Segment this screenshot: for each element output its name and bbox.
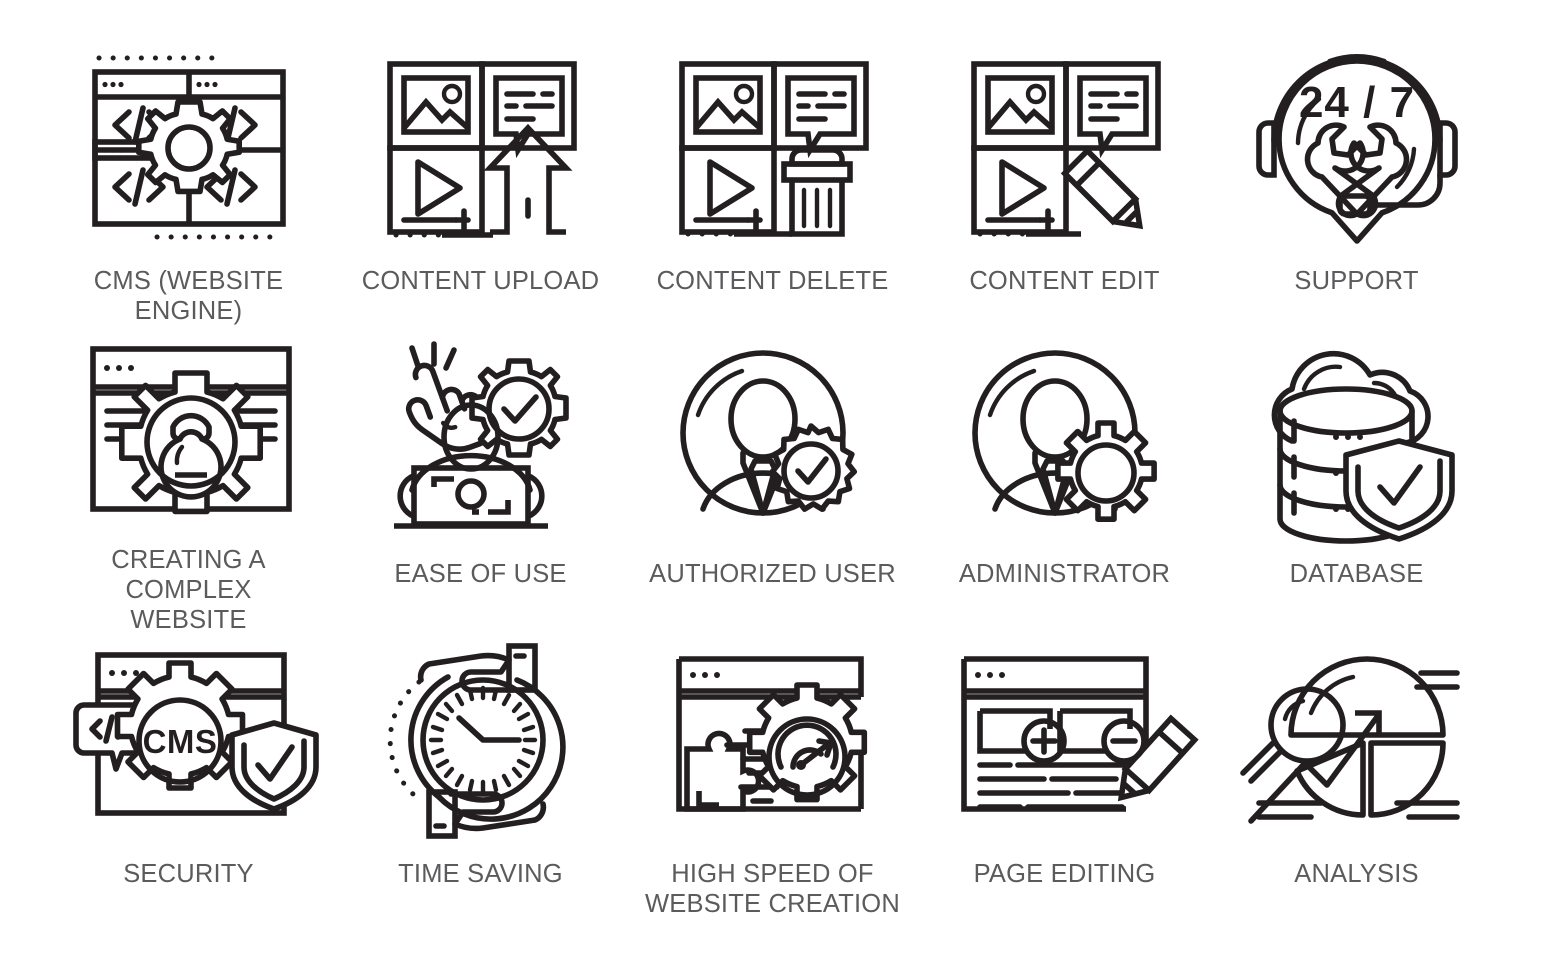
icon-cell-content-edit[interactable]: CONTENT EDIT (919, 42, 1211, 335)
icon-grid: CMS (WEBSITE ENGINE) CONTENT UPLOAD CONT… (43, 0, 1503, 935)
icon-label: CONTENT EDIT (969, 267, 1160, 295)
icon-label: EASE OF USE (394, 560, 567, 588)
page-editing-icon (950, 635, 1199, 845)
authorized-user-icon (670, 335, 875, 545)
icon-cell-content-delete[interactable]: CONTENT DELETE (627, 42, 919, 335)
icon-label: SECURITY (123, 860, 254, 888)
icon-label: AUTHORIZED USER (649, 560, 896, 588)
icon-cell-authorized-user[interactable]: AUTHORIZED USER (627, 335, 919, 635)
database-icon (1254, 335, 1459, 545)
icon-label: DATABASE (1289, 560, 1424, 588)
ease-of-use-icon (376, 335, 586, 545)
time-saving-icon (373, 635, 588, 845)
icon-label: ANALYSIS (1294, 860, 1419, 888)
icon-cell-content-upload[interactable]: CONTENT UPLOAD (335, 42, 627, 335)
svg-text:CMS: CMS (142, 723, 217, 760)
icon-cell-database[interactable]: DATABASE (1211, 335, 1503, 635)
icon-cell-high-speed-of-website-creation[interactable]: HIGH SPEED OF WEBSITE CREATION (627, 635, 919, 935)
cms-website-engine-icon (69, 42, 309, 252)
icon-label: ADMINISTRATOR (958, 560, 1171, 588)
administrator-icon (962, 335, 1167, 545)
icon-label: CREATING A COMPLEX WEBSITE (111, 545, 266, 634)
content-delete-icon (668, 42, 878, 252)
icon-cell-administrator[interactable]: ADMINISTRATOR (919, 335, 1211, 635)
icon-label: SUPPORT (1294, 267, 1419, 295)
icon-cell-security[interactable]: CMS SECURITY (43, 635, 335, 935)
icon-cell-ease-of-use[interactable]: EASE OF USE (335, 335, 627, 635)
content-upload-icon (376, 42, 586, 252)
svg-text:24 / 7: 24 / 7 (1298, 78, 1414, 127)
icon-cell-time-saving[interactable]: TIME SAVING (335, 635, 627, 935)
support-headset-icon: 24 / 7 (1252, 42, 1462, 252)
icon-label: HIGH SPEED OF WEBSITE CREATION (645, 860, 900, 919)
content-edit-icon (960, 42, 1170, 252)
icon-cell-cms-website-engine[interactable]: CMS (WEBSITE ENGINE) (43, 42, 335, 335)
high-speed-creation-icon (665, 635, 880, 845)
icon-cell-support[interactable]: 24 / 7 SUPPORT (1211, 42, 1503, 335)
icon-label: CONTENT DELETE (656, 267, 889, 295)
icon-label: CMS (WEBSITE ENGINE) (93, 267, 284, 326)
icon-label: CONTENT UPLOAD (361, 267, 600, 295)
security-icon: CMS (64, 635, 319, 845)
icon-cell-analysis[interactable]: ANALYSIS (1211, 635, 1503, 935)
analysis-icon (1240, 635, 1464, 845)
icon-cell-creating-a-complex-website[interactable]: CREATING A COMPLEX WEBSITE (43, 335, 335, 635)
complex-website-icon (69, 335, 309, 531)
icon-cell-page-editing[interactable]: PAGE EDITING (919, 635, 1211, 935)
icon-label: TIME SAVING (398, 860, 563, 888)
icon-label: PAGE EDITING (973, 860, 1156, 888)
